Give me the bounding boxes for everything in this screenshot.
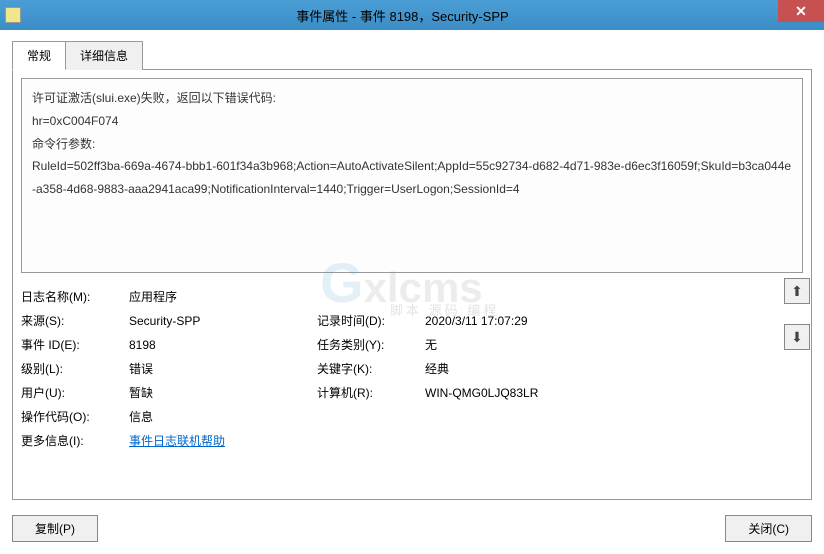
taskcat-label: 任务类别(Y): [317, 333, 417, 357]
moreinfo-label: 更多信息(I): [21, 429, 121, 453]
eventid-label: 事件 ID(E): [21, 333, 121, 357]
tab-strip: 常规 详细信息 [12, 40, 812, 70]
user-label: 用户(U): [21, 381, 121, 405]
user-value: 暂缺 [129, 381, 309, 405]
logged-label: 记录时间(D): [317, 309, 417, 333]
taskcat-value: 无 [425, 333, 803, 357]
desc-line: RuleId=502ff3ba-669a-4674-bbb1-601f34a3b… [32, 155, 792, 201]
nav-up-button[interactable]: ⬆ [784, 278, 810, 304]
level-value: 错误 [129, 357, 309, 381]
tab-general[interactable]: 常规 [12, 41, 66, 70]
window-title: 事件属性 - 事件 8198，Security-SPP [21, 6, 824, 25]
logged-value: 2020/3/11 17:07:29 [425, 309, 803, 333]
source-value: Security-SPP [129, 309, 309, 333]
opcode-label: 操作代码(O): [21, 405, 121, 429]
tab-panel-general: 许可证激活(slui.exe)失败，返回以下错误代码: hr=0xC004F07… [12, 70, 812, 500]
arrow-up-icon: ⬆ [791, 283, 803, 300]
copy-button[interactable]: 复制(P) [12, 515, 98, 542]
close-dialog-button[interactable]: 关闭(C) [725, 515, 812, 542]
tab-details[interactable]: 详细信息 [65, 41, 143, 70]
details-grid: 日志名称(M): 应用程序 来源(S): Security-SPP 记录时间(D… [21, 285, 803, 453]
opcode-value: 信息 [129, 405, 803, 429]
footer: 复制(P) 关闭(C) [12, 515, 812, 542]
desc-line: hr=0xC004F074 [32, 110, 792, 133]
nav-down-button[interactable]: ⬇ [784, 324, 810, 350]
eventid-value: 8198 [129, 333, 309, 357]
app-icon [5, 7, 21, 23]
keywords-label: 关键字(K): [317, 357, 417, 381]
arrow-down-icon: ⬇ [791, 329, 803, 346]
logname-value: 应用程序 [129, 285, 803, 309]
close-button[interactable]: ✕ [778, 0, 824, 22]
computer-value: WIN-QMG0LJQ83LR [425, 381, 803, 405]
nav-buttons: ⬆ ⬇ [784, 278, 810, 350]
logname-label: 日志名称(M): [21, 285, 121, 309]
desc-line: 许可证激活(slui.exe)失败，返回以下错误代码: [32, 87, 792, 110]
content-area: 常规 详细信息 许可证激活(slui.exe)失败，返回以下错误代码: hr=0… [0, 30, 824, 554]
source-label: 来源(S): [21, 309, 121, 333]
keywords-value: 经典 [425, 357, 803, 381]
titlebar: 事件属性 - 事件 8198，Security-SPP ✕ [0, 0, 824, 30]
description-box[interactable]: 许可证激活(slui.exe)失败，返回以下错误代码: hr=0xC004F07… [21, 78, 803, 273]
level-label: 级别(L): [21, 357, 121, 381]
desc-line: 命令行参数: [32, 133, 792, 156]
moreinfo-link[interactable]: 事件日志联机帮助 [129, 434, 225, 448]
computer-label: 计算机(R): [317, 381, 417, 405]
